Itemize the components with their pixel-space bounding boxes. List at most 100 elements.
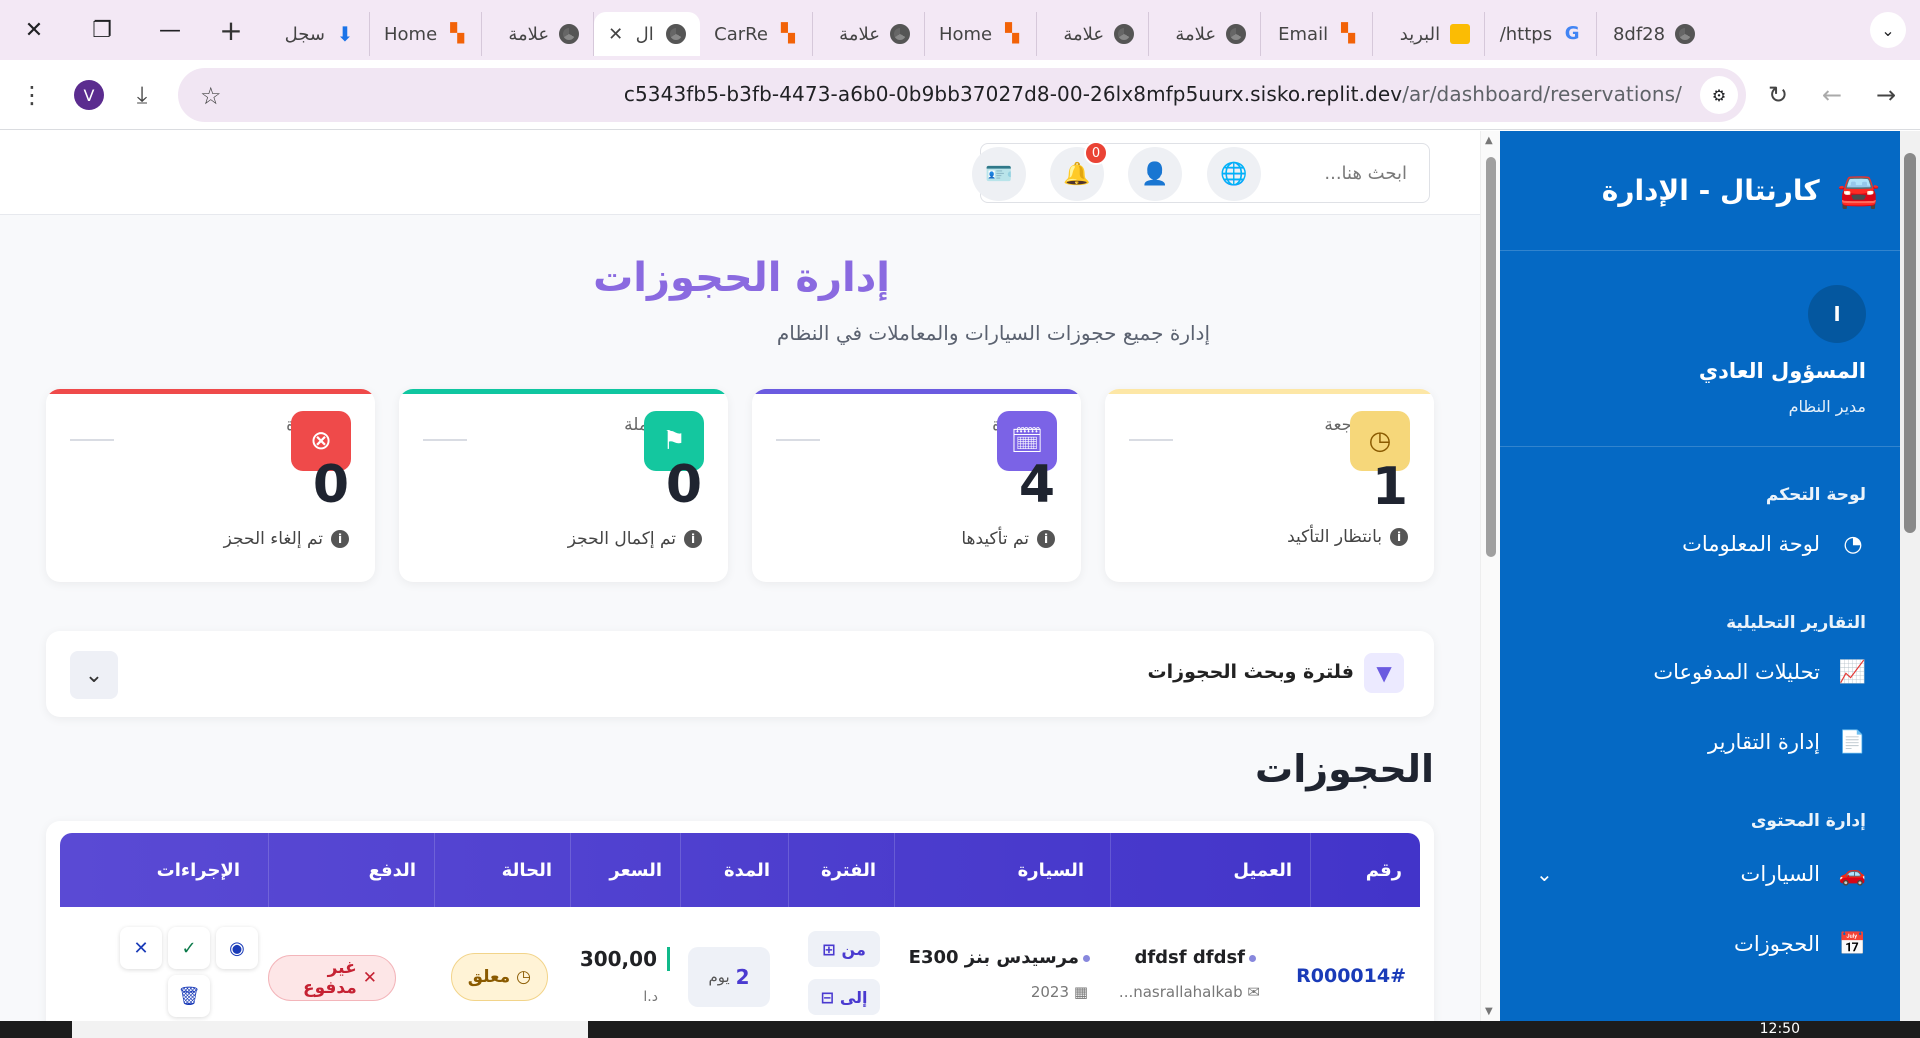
close-tab-icon[interactable]: ✕ — [608, 24, 623, 45]
table-row[interactable]: R000014# dfdsf dfdsf ✉ nasrallahalkab...… — [60, 917, 1420, 1021]
kebab-menu-icon[interactable]: ⋮ — [14, 77, 50, 113]
page-scrollbar[interactable]: ▲ ▼ — [1480, 131, 1500, 1021]
payment-badge: ✕ غير مدفوع — [268, 955, 396, 1001]
language-globe-icon[interactable]: 🌐 — [1207, 147, 1261, 201]
scroll-thumb[interactable] — [1486, 157, 1496, 557]
url-path: /ar/dashboard/reservations/ — [1402, 82, 1682, 106]
column-header: رقم — [1310, 833, 1420, 907]
download-icon[interactable]: ⤓ — [124, 77, 160, 113]
x-icon: ✕ — [362, 968, 377, 988]
sidebar-item-cars[interactable]: 🚗 السيارات ⌄ — [1500, 849, 1920, 899]
sidebar-item-reservations[interactable]: 📅 الحجوزات — [1500, 919, 1920, 969]
reload-icon[interactable]: ↻ — [1760, 77, 1796, 113]
stat-card-pending: المراجعة ◷ 1 iبانتظار التأكيد — [1105, 389, 1434, 582]
browser-tab[interactable]: البريد — [1373, 12, 1486, 56]
close-window-icon[interactable]: ✕ — [0, 0, 68, 60]
sidebar-item-reports[interactable]: 📄 إدارة التقارير — [1500, 717, 1920, 767]
car-icon: 🚘 — [1837, 170, 1880, 211]
stats-cards: المراجعة ◷ 1 iبانتظار التأكيد ة 🗓 4 iتم … — [46, 389, 1434, 585]
tab-title: Home — [384, 23, 438, 45]
customer-name-text: dfdsf dfdsf — [1134, 947, 1245, 968]
browser-tab[interactable]: علامة — [482, 12, 595, 56]
new-tab-button[interactable]: + — [204, 0, 258, 60]
search-input[interactable] — [981, 144, 1429, 202]
back-arrow-icon[interactable]: ← — [1814, 77, 1850, 113]
taskbar-search[interactable] — [72, 1021, 588, 1038]
notifications-bell-icon[interactable]: 🔔 0 — [1050, 141, 1108, 201]
url-text[interactable]: c5343fb5-b3fb-4473-a6b0-0b9bb37027d8-00-… — [624, 82, 1682, 106]
bookmark-star-icon[interactable]: ☆ — [200, 82, 222, 110]
browser-tab-active[interactable]: ✕ ال — [594, 12, 701, 56]
tab-search-chevron-icon[interactable]: ⌄ — [1870, 12, 1906, 48]
id-card-icon[interactable]: 🪪 — [972, 147, 1026, 201]
sidebar-item-dashboard[interactable]: ◔ لوحة المعلومات — [1500, 519, 1920, 569]
stat-caption: i تم تأكيدها — [961, 529, 1055, 549]
site-settings-icon[interactable]: ⚙ — [1700, 76, 1738, 114]
stat-caption: i بانتظار التأكيد — [1287, 527, 1408, 547]
info-icon: i — [684, 530, 702, 548]
url-host: c5343fb5-b3fb-4473-a6b0-0b9bb37027d8-00-… — [623, 82, 1403, 106]
minimize-window-icon[interactable]: — — [136, 0, 204, 60]
sidebar-item-label: إدارة التقارير — [1707, 730, 1820, 754]
view-eye-icon[interactable]: ◉ — [216, 927, 258, 969]
car-icon: 🚗 — [1838, 861, 1866, 887]
date-to-pill[interactable]: إلى ⊟ — [808, 979, 880, 1015]
delete-trash-icon[interactable]: 🗑 — [168, 975, 210, 1017]
filter-panel[interactable]: ▼ فلترة وبحث الحجوزات ⌄ — [46, 631, 1434, 717]
chevron-down-icon[interactable]: ⌄ — [1536, 862, 1553, 886]
car-name: مرسيدس بنز E300 — [909, 947, 1090, 968]
sidebar-scrollbar[interactable] — [1900, 131, 1920, 1021]
browser-tab[interactable]: علامة — [1037, 12, 1150, 56]
date-from-pill[interactable]: من ⊞ — [808, 931, 880, 967]
browser-tab[interactable]: CarRe ▚ — [700, 12, 813, 56]
reservations-table: رقم العميل السيارة الفترة المدة السعر ال… — [46, 821, 1434, 1021]
scroll-up-arrow-icon[interactable]: ▲ — [1485, 135, 1493, 146]
calendar-check-icon: 📅 — [1838, 931, 1866, 957]
cell-status: ◷ معلق — [434, 917, 570, 1021]
restore-window-icon[interactable]: ❐ — [68, 0, 136, 60]
search-box[interactable]: ⌕ — [980, 143, 1430, 203]
browser-tab[interactable]: علامة — [1149, 12, 1262, 56]
reservation-id-link[interactable]: R000014# — [1296, 965, 1406, 987]
reservations-title: الحجوزات — [1255, 747, 1434, 791]
sidebar-item-label: السيارات — [1740, 862, 1820, 886]
stat-divider — [1129, 439, 1173, 441]
browser-tab[interactable]: /https G — [1485, 12, 1598, 56]
browser-tab[interactable]: سجل ⬇ — [258, 12, 370, 56]
browser-tab[interactable]: 8df28 — [1597, 12, 1709, 56]
date-from-label: من — [841, 939, 866, 959]
stat-caption: i تم إلغاء الحجز — [224, 529, 349, 549]
chevron-down-icon[interactable]: ⌄ — [70, 651, 118, 699]
cell-id: R000014# — [1296, 917, 1420, 1021]
address-bar[interactable]: ☆ c5343fb5-b3fb-4473-a6b0-0b9bb37027d8-0… — [178, 68, 1746, 122]
os-taskbar: 12:50 — [0, 1021, 1920, 1038]
cell-customer: dfdsf dfdsf ✉ nasrallahalkab... — [1110, 917, 1310, 1021]
stat-divider — [70, 439, 114, 441]
duration-unit: يوم — [708, 968, 730, 986]
stat-caption-text: تم إلغاء الحجز — [223, 529, 323, 549]
cancel-x-icon[interactable]: ✕ — [120, 927, 162, 969]
browser-tab[interactable]: علامة — [813, 12, 925, 56]
price-currency: د.ا — [643, 989, 658, 1005]
tab-title: علامة — [508, 23, 550, 45]
google-icon: G — [1564, 23, 1580, 44]
info-icon: i — [1390, 528, 1408, 546]
chrome-icon — [559, 24, 580, 44]
customer-name: dfdsf dfdsf — [1134, 947, 1256, 968]
browser-tab[interactable]: Email ▚ — [1261, 12, 1374, 56]
scroll-thumb[interactable] — [1904, 153, 1916, 533]
user-profile-icon[interactable]: 👤 — [1128, 147, 1182, 201]
sidebar-item-payment-analytics[interactable]: 📈 تحليلات المدفوعات — [1500, 647, 1920, 697]
confirm-check-icon[interactable]: ✓ — [168, 927, 210, 969]
profile-avatar[interactable]: V — [74, 80, 104, 110]
browser-tab[interactable]: Home ▚ — [370, 12, 483, 56]
status-badge: ◷ معلق — [450, 953, 548, 1001]
bullet-dot — [1083, 954, 1090, 962]
sidebar-brand[interactable]: 🚘 كارنتال - الإدارة — [1500, 131, 1920, 251]
forward-arrow-icon[interactable]: → — [1868, 77, 1904, 113]
scroll-down-arrow-icon[interactable]: ▼ — [1485, 1006, 1493, 1017]
tab-title: Email — [1278, 23, 1329, 45]
cell-period: من ⊞ إلى ⊟ — [788, 917, 894, 1021]
page-title: إدارة الحجوزات — [593, 255, 890, 301]
browser-tab[interactable]: Home ▚ — [925, 12, 1038, 56]
